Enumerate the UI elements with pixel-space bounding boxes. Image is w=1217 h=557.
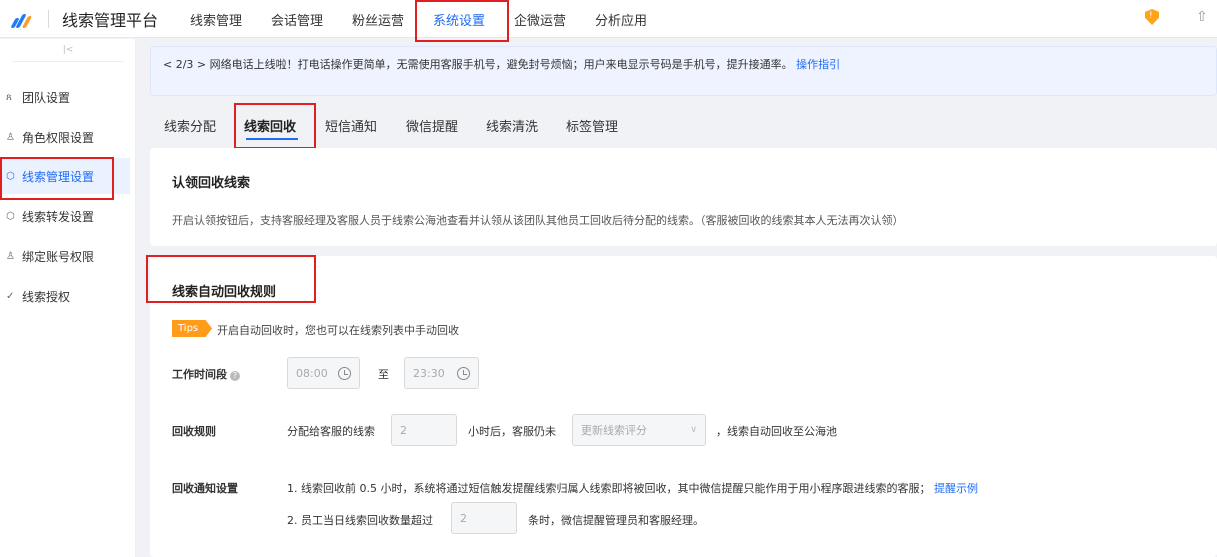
collapse-icon[interactable]: |<: [0, 45, 136, 55]
claim-desc: 开启认领按钮后，支持客服经理及客服人员于线索公海池查看并认领从该团队其他员工回收…: [172, 214, 904, 227]
tab-tag-management[interactable]: 标签管理: [566, 116, 618, 135]
end-text: ，线索自动回收至公海池: [716, 425, 837, 438]
tips-badge: Tips: [172, 320, 212, 337]
sidebar-item-authorize[interactable]: ✓ 线索授权: [0, 278, 130, 314]
tips-text: 开启自动回收时，您也可以在线索列表中手动回收: [217, 324, 459, 337]
highlight-box: [234, 103, 316, 149]
notice-link[interactable]: 操作指引: [796, 58, 840, 71]
assigned-text: 分配给客服的线索: [287, 425, 375, 438]
notify-label: 回收通知设置: [172, 482, 238, 495]
logo-icon: [10, 10, 33, 28]
bind-icon: ♙: [6, 250, 15, 262]
authorize-icon: ✓: [6, 290, 15, 302]
sidebar-item-role[interactable]: ♙ 角色权限设置: [0, 119, 130, 155]
clock-icon: [338, 366, 351, 380]
nav-item-session-management[interactable]: 会话管理: [271, 10, 323, 29]
help-icon[interactable]: ?: [230, 371, 240, 381]
hours-input[interactable]: 2: [391, 414, 457, 446]
action-select-value: 更新线索评分: [581, 424, 647, 437]
sidebar: |< ጸ 团队设置 ♙ 角色权限设置 ⬡ 线索管理设置 ⬡ 线索转发设置 ♙ 绑…: [0, 39, 136, 557]
highlight-box: [146, 255, 316, 303]
notify-rule-2-prefix: 2. 员工当日线索回收数量超过: [287, 514, 433, 527]
tab-wechat-remind[interactable]: 微信提醒: [406, 116, 458, 135]
notice-text: 网络电话上线啦！打电话操作更简单，无需使用客服手机号，避免封号烦恼；用户来电显示…: [209, 58, 793, 71]
notify-rule-2-suffix: 条时，微信提醒管理员和客服经理。: [528, 514, 704, 527]
upload-icon[interactable]: ⇧: [1196, 9, 1208, 25]
highlight-box: [415, 0, 509, 42]
divider: [48, 10, 49, 28]
tab-lead-assign[interactable]: 线索分配: [164, 116, 216, 135]
start-time-value: 08:00: [296, 366, 328, 380]
divider: [12, 61, 124, 62]
top-bar: 线索管理平台 线索管理 会话管理 粉丝运营 系统设置 企微运营 分析应用 ! ⇧: [0, 0, 1217, 38]
sidebar-item-forward[interactable]: ⬡ 线索转发设置: [0, 198, 130, 234]
sidebar-item-label: 线索授权: [22, 289, 71, 304]
nav-item-analytics[interactable]: 分析应用: [595, 10, 647, 29]
reminder-example-link[interactable]: 提醒示例: [934, 482, 978, 495]
sidebar-item-label: 绑定账号权限: [22, 249, 95, 264]
clock-icon: [457, 366, 470, 380]
sidebar-item-label: 角色权限设置: [22, 130, 95, 145]
start-time-picker[interactable]: 08:00: [287, 357, 360, 389]
sidebar-item-label: 线索转发设置: [22, 209, 95, 224]
sidebar-item-label: 团队设置: [22, 90, 71, 105]
end-time-value: 23:30: [413, 366, 445, 380]
nav-item-lead-management[interactable]: 线索管理: [190, 10, 242, 29]
tab-sms-notify[interactable]: 短信通知: [325, 116, 377, 135]
sidebar-item-bind[interactable]: ♙ 绑定账号权限: [0, 238, 130, 274]
highlight-box: [0, 157, 114, 200]
forward-icon: ⬡: [6, 210, 15, 222]
sidebar-item-team[interactable]: ጸ 团队设置: [0, 79, 130, 115]
end-time-picker[interactable]: 23:30: [404, 357, 479, 389]
claim-title: 认领回收线索: [172, 176, 251, 191]
action-select[interactable]: 更新线索评分 ∨: [572, 414, 706, 446]
team-icon: ጸ: [6, 91, 12, 103]
nav-item-fans-operation[interactable]: 粉丝运营: [352, 10, 404, 29]
nav-item-wecom-operation[interactable]: 企微运营: [514, 10, 566, 29]
hours-value: 2: [400, 423, 407, 437]
count-input[interactable]: 2: [451, 502, 517, 534]
work-time-label-text: 工作时间段: [172, 368, 227, 381]
brand-title: 线索管理平台: [62, 11, 159, 30]
shield-icon[interactable]: !: [1145, 9, 1159, 25]
notify-rule-1: 1. 线索回收前 0.5 小时，系统将通过短信触发提醒线索归属人线索即将被回收，…: [287, 480, 978, 496]
recycle-rule-label: 回收规则: [172, 425, 216, 438]
chevron-down-icon: ∨: [690, 425, 697, 435]
notify-rule-1-text: 1. 线索回收前 0.5 小时，系统将通过短信触发提醒线索归属人线索即将被回收，…: [287, 482, 931, 495]
role-icon: ♙: [6, 131, 15, 143]
after-text: 小时后，客服仍未: [468, 425, 556, 438]
notice-banner: < 2/3 > 网络电话上线啦！打电话操作更简单，无需使用客服手机号，避免封号烦…: [150, 46, 1217, 96]
claim-card: [150, 148, 1217, 246]
work-time-label: 工作时间段?: [172, 366, 240, 382]
tab-lead-clean[interactable]: 线索清洗: [486, 116, 538, 135]
count-value: 2: [460, 511, 467, 525]
notice-pager[interactable]: < 2/3 >: [163, 58, 206, 71]
time-separator: 至: [378, 368, 389, 381]
